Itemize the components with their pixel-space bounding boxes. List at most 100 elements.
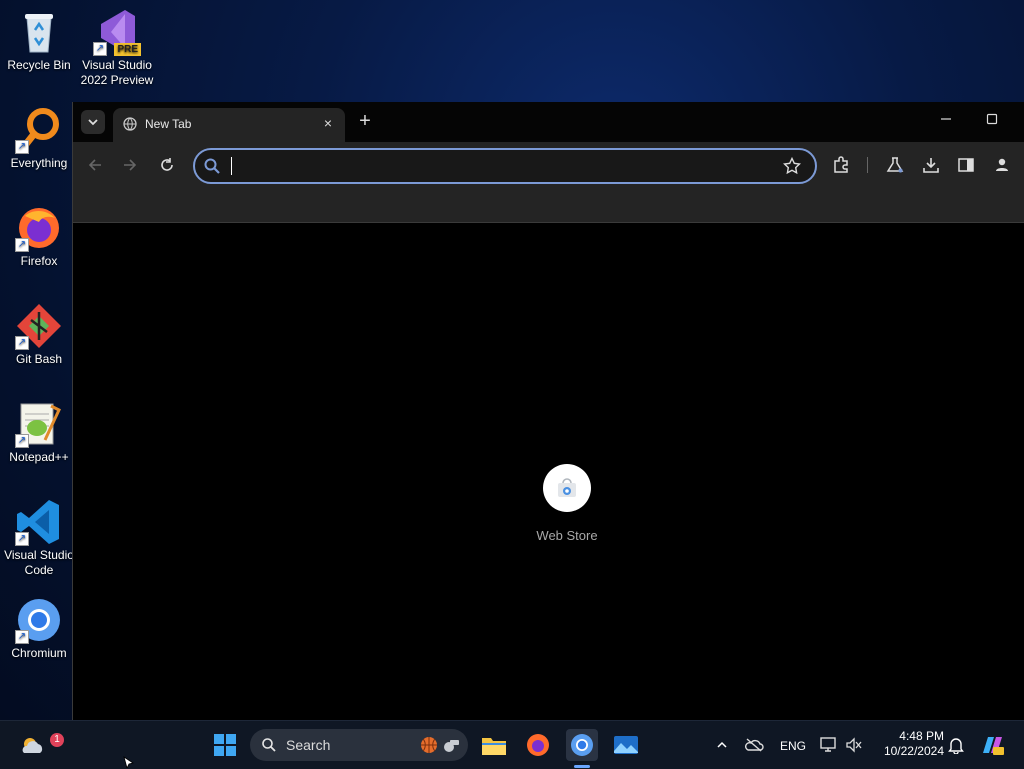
firefox-icon: ↗ xyxy=(15,204,63,252)
person-icon xyxy=(996,158,1008,171)
windows-logo-icon xyxy=(214,734,236,756)
star-icon[interactable] xyxy=(783,157,801,175)
taskbar: 1 Search ENG 4:48 PM 10/22/2024 xyxy=(0,720,1024,769)
tab-close-button[interactable]: × xyxy=(319,114,337,132)
desktop-icon-label: Git Bash xyxy=(15,352,63,366)
shortcut-arrow-icon: ↗ xyxy=(15,532,29,546)
weather-icon xyxy=(22,738,43,753)
desktop-icon-everything[interactable]: ↗ Everything xyxy=(1,106,77,171)
chromium-icon xyxy=(571,734,593,756)
address-bar[interactable] xyxy=(193,148,817,184)
vscode-icon: ↗ xyxy=(15,498,63,546)
shortcut-arrow-icon: ↗ xyxy=(93,42,107,56)
shortcut-arrow-icon: ↗ xyxy=(15,140,29,154)
shortcut-arrow-icon: ↗ xyxy=(15,336,29,350)
profile-button[interactable] xyxy=(991,154,1013,176)
chevron-down-icon xyxy=(88,119,98,126)
minimize-button[interactable] xyxy=(935,112,957,132)
weather-widget[interactable]: 1 xyxy=(16,729,64,761)
chevron-up-icon xyxy=(717,741,727,748)
search-label: Search xyxy=(286,737,331,753)
clock[interactable]: 4:48 PM 10/22/2024 xyxy=(872,729,944,759)
cloud-offline-icon xyxy=(745,738,764,752)
ntp-shortcut-label: Web Store xyxy=(536,528,598,543)
notification-badge: 1 xyxy=(50,733,64,747)
extensions-button[interactable] xyxy=(830,154,852,176)
shortcut-arrow-icon: ↗ xyxy=(15,238,29,252)
side-panel-icon xyxy=(958,158,974,172)
shortcut-arrow-icon: ↗ xyxy=(15,434,29,448)
whistle-icon xyxy=(444,740,459,752)
start-button[interactable] xyxy=(209,729,241,761)
copilot-button[interactable] xyxy=(976,729,1008,761)
pre-badge: PRE xyxy=(114,43,141,56)
desktop-icon-firefox[interactable]: ↗ Firefox xyxy=(1,204,77,269)
text-cursor xyxy=(231,157,232,175)
globe-icon xyxy=(123,117,137,131)
search-icon xyxy=(262,738,276,752)
show-hidden-icons-button[interactable] xyxy=(706,729,738,761)
everything-search-icon: ↗ xyxy=(15,106,63,154)
bookmarks-bar xyxy=(73,188,1024,223)
maximize-button[interactable] xyxy=(981,112,1003,132)
web-store-icon xyxy=(543,464,591,512)
firefox-icon xyxy=(527,734,549,756)
desktop-icon-recycle-bin[interactable]: Recycle Bin xyxy=(1,8,77,73)
desktop-icon-label: Visual Studio 2022 Preview xyxy=(80,58,154,87)
desktop-icon-vscode[interactable]: ↗ Visual Studio Code xyxy=(1,498,77,578)
desktop-icon-visual-studio[interactable]: PRE ↗ Visual Studio 2022 Preview xyxy=(79,8,155,88)
clock-time: 4:48 PM xyxy=(899,729,944,743)
volume-muted-icon xyxy=(846,737,862,753)
tab-strip: New Tab × + xyxy=(73,102,1024,142)
reload-icon xyxy=(161,158,173,171)
recycle-bin-icon xyxy=(15,8,63,56)
arrow-right-icon xyxy=(124,159,137,171)
browser-toolbar xyxy=(73,142,1024,188)
desktop-icon-label: Chromium xyxy=(11,646,67,660)
forward-button[interactable] xyxy=(119,154,141,176)
tray-volume[interactable] xyxy=(838,729,870,761)
clock-date: 10/22/2024 xyxy=(883,744,944,758)
toolbar-separator xyxy=(867,157,868,173)
taskbar-chromium[interactable] xyxy=(566,729,598,761)
tab-search-button[interactable] xyxy=(81,110,105,134)
desktop-icon-label: Firefox xyxy=(20,254,58,268)
taskbar-firefox[interactable] xyxy=(522,729,554,761)
network-icon xyxy=(820,737,836,752)
notifications-button[interactable] xyxy=(940,729,972,761)
tray-onedrive[interactable] xyxy=(738,729,770,761)
download-icon xyxy=(923,158,939,173)
visual-studio-icon: PRE ↗ xyxy=(93,8,141,56)
back-button[interactable] xyxy=(84,154,106,176)
downloads-button[interactable] xyxy=(920,154,942,176)
desktop-icon-label: Visual Studio Code xyxy=(4,548,74,577)
desktop-icon-chromium[interactable]: ↗ Chromium xyxy=(1,596,77,661)
labs-button[interactable] xyxy=(884,154,906,176)
git-bash-icon: ↗ xyxy=(15,302,63,350)
taskbar-search-box[interactable]: Search xyxy=(250,729,468,761)
side-panel-button[interactable] xyxy=(955,154,977,176)
puzzle-piece-icon xyxy=(834,156,848,173)
maximize-icon xyxy=(986,113,998,125)
ntp-shortcut-web-store[interactable]: Web Store xyxy=(529,464,605,543)
tab-new-tab[interactable]: New Tab × xyxy=(113,108,345,142)
language-indicator[interactable]: ENG xyxy=(780,739,806,753)
tab-title: New Tab xyxy=(145,117,192,131)
new-tab-button[interactable]: + xyxy=(355,111,375,131)
desktop-icon-label: Recycle Bin xyxy=(7,58,71,72)
desktop-icon-git-bash[interactable]: ↗ Git Bash xyxy=(1,302,77,367)
folder-icon xyxy=(482,738,506,755)
copilot-icon xyxy=(983,737,1004,755)
search-icon xyxy=(204,158,220,174)
taskbar-photos[interactable] xyxy=(610,729,642,761)
chromium-icon: ↗ xyxy=(15,596,63,644)
desktop-icon-label: Notepad++ xyxy=(9,450,69,464)
minimize-icon xyxy=(941,118,951,120)
taskbar-file-explorer[interactable] xyxy=(478,729,510,761)
reload-button[interactable] xyxy=(156,154,178,176)
mouse-cursor-icon xyxy=(123,756,134,768)
desktop-icon-notepad-plus-plus[interactable]: ↗ Notepad++ xyxy=(1,400,77,465)
browser-window: New Tab × + Web Store xyxy=(72,102,1024,720)
notepad-plus-plus-icon: ↗ xyxy=(15,400,63,448)
basketball-icon xyxy=(421,737,437,753)
